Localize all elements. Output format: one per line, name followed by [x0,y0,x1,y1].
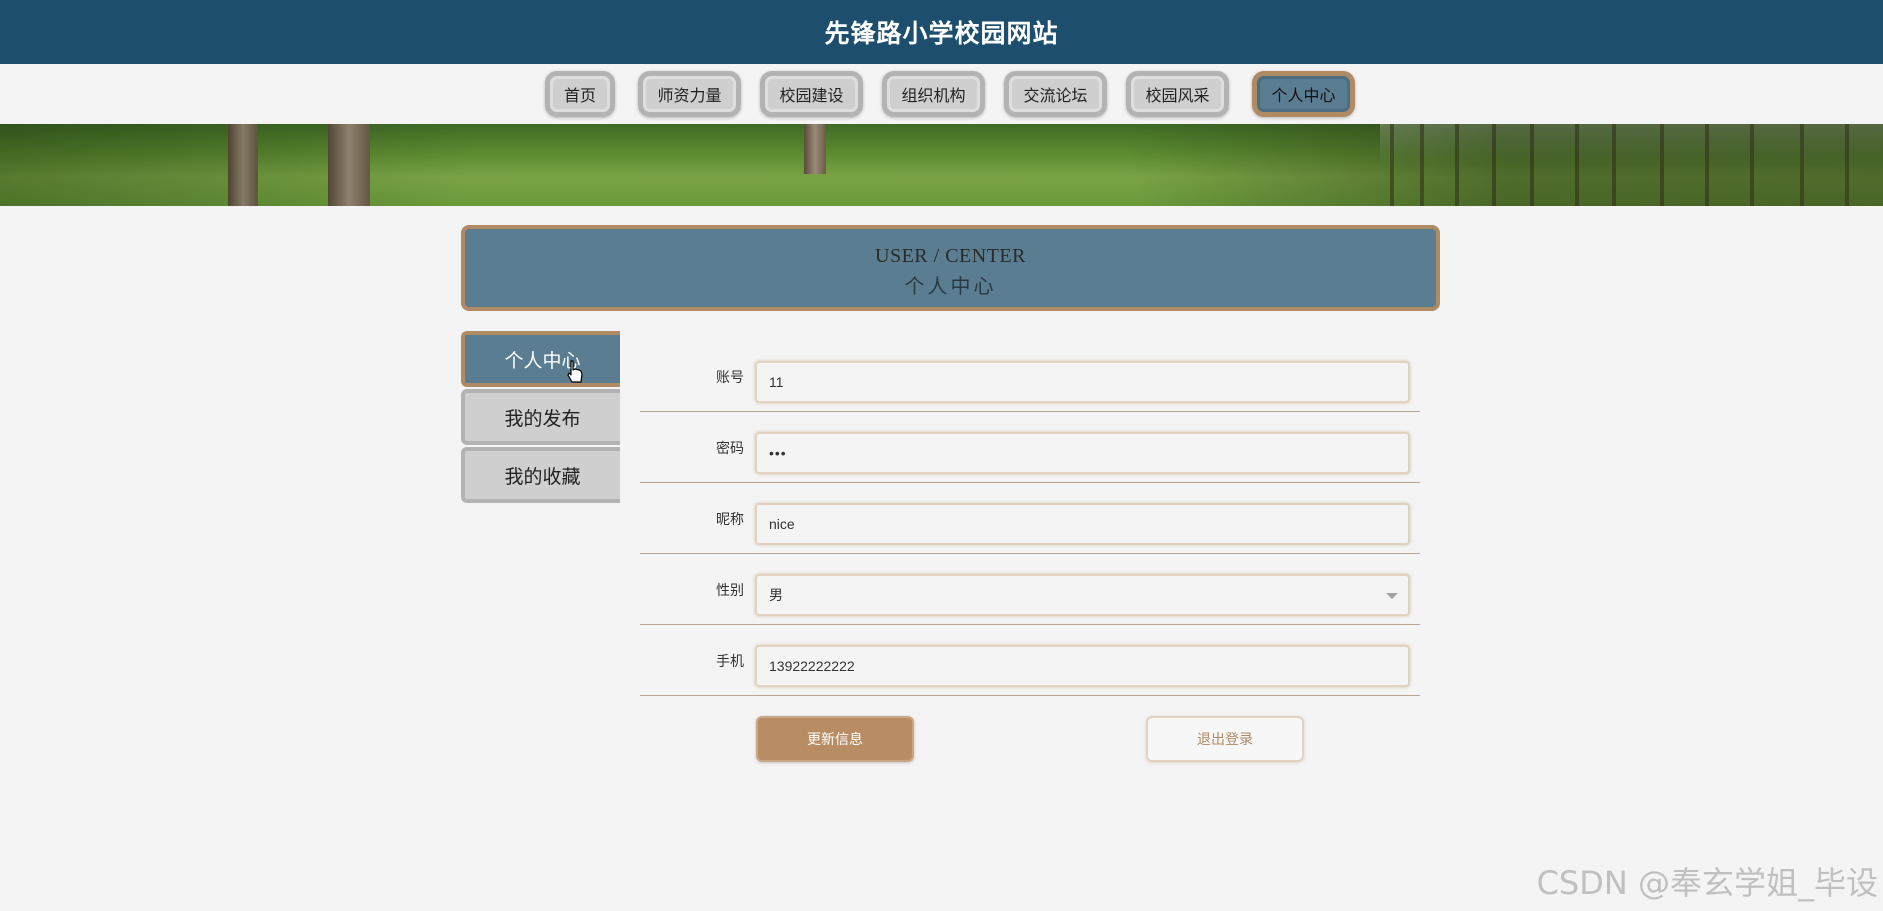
gender-select-value: 男 [769,587,783,603]
sidebar-item-my-posts[interactable]: 我的发布 [461,389,620,445]
nav-item-campus-construction[interactable]: 校园建设 [760,71,863,117]
watermark: CSDN @奉玄学姐_毕设 [1536,864,1878,902]
phone-input[interactable]: 13922222222 [755,645,1410,687]
logout-button[interactable]: 退出登录 [1146,716,1304,762]
form-row-nickname: 昵称 nice [640,483,1420,554]
nav-item-forum[interactable]: 交流论坛 [1004,71,1107,117]
form-row-phone: 手机 13922222222 [640,625,1420,696]
password-label: 密码 [716,439,744,456]
gender-select[interactable]: 男 [755,574,1410,616]
account-label: 账号 [716,368,744,385]
password-input[interactable]: ••• [755,432,1410,474]
banner-image [0,124,1883,206]
hand-cursor-icon [567,360,583,383]
form-row-gender: 性别 男 [640,554,1420,625]
section-title-en: USER / CENTER [875,245,1026,267]
chevron-down-icon [1386,593,1398,599]
main-nav: 首页 师资力量 校园建设 组织机构 交流论坛 校园风采 个人中心 [0,64,1883,124]
gender-label: 性别 [716,581,744,598]
sidebar-item-user-center[interactable]: 个人中心 [461,331,620,387]
form-row-account: 账号 11 [640,341,1420,412]
nav-item-home[interactable]: 首页 [545,71,615,117]
nav-item-organization[interactable]: 组织机构 [882,71,985,117]
nav-item-faculty[interactable]: 师资力量 [638,71,741,117]
update-info-button[interactable]: 更新信息 [756,716,914,762]
section-header: USER / CENTER 个人中心 [461,225,1440,311]
nickname-input[interactable]: nice [755,503,1410,545]
phone-label: 手机 [716,652,744,669]
top-header: 先锋路小学校园网站 [0,0,1883,64]
nav-item-user-center[interactable]: 个人中心 [1252,71,1355,117]
account-input[interactable]: 11 [755,361,1410,403]
form-row-password: 密码 ••• [640,412,1420,483]
section-title-cn: 个人中心 [904,276,997,298]
site-title: 先锋路小学校园网站 [824,20,1059,48]
nickname-label: 昵称 [716,510,744,527]
sidebar-item-my-favorites[interactable]: 我的收藏 [461,447,620,503]
nav-item-campus-gallery[interactable]: 校园风采 [1126,71,1229,117]
